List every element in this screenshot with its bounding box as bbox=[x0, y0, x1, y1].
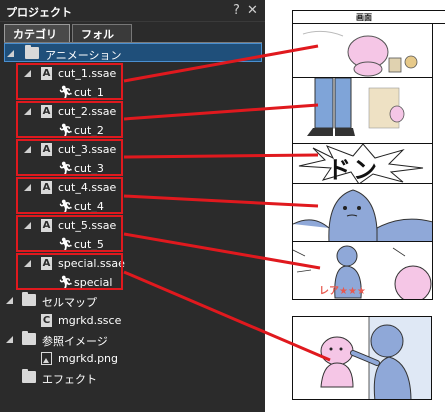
tree-item-reference-image[interactable]: 参照イメージ bbox=[0, 330, 265, 349]
tree-item-label: mgrkd.ssce bbox=[58, 314, 122, 327]
storyboard-header-label: 画面 bbox=[356, 13, 372, 22]
highlight-box-cut-1 bbox=[16, 63, 123, 100]
project-panel: プロジェクト ? ✕ カテゴリ フォルダ アニメーション A cut_1.ssa… bbox=[0, 0, 265, 412]
expand-arrow-icon[interactable] bbox=[6, 336, 14, 344]
storyboard-frame-1 bbox=[293, 24, 433, 78]
folder-icon bbox=[22, 369, 36, 383]
tree-item-label: mgrkd.png bbox=[58, 352, 119, 365]
storyboard-frame-3: ドン bbox=[293, 144, 433, 184]
storyboard-sheet: 画面 ドン レア★★★ bbox=[292, 10, 445, 300]
tab-category[interactable]: カテゴリ bbox=[4, 24, 70, 42]
storyboard-frame-2 bbox=[293, 78, 433, 144]
tree-item-animation[interactable]: アニメーション bbox=[4, 43, 262, 62]
tree-item-cellmap-file[interactable]: C mgrkd.ssce bbox=[0, 311, 265, 330]
folder-icon bbox=[22, 331, 36, 345]
storyboard-frame-4 bbox=[293, 184, 433, 242]
tree-item-label: セルマップ bbox=[42, 296, 97, 309]
sfx-text: ドン bbox=[327, 156, 379, 184]
storyboard-frame-5: レア★★★ bbox=[293, 242, 433, 300]
rare-label: レア★★★ bbox=[319, 286, 366, 297]
tree-item-label: アニメーション bbox=[45, 49, 122, 62]
tree-item-effect[interactable]: エフェクト bbox=[0, 368, 265, 387]
close-button[interactable]: ✕ bbox=[247, 3, 259, 19]
image-file-icon bbox=[41, 352, 52, 365]
panel-title: プロジェクト bbox=[6, 6, 72, 19]
highlight-box-cut-3 bbox=[16, 139, 123, 176]
highlight-box-special bbox=[16, 253, 123, 290]
frame-special-illustration bbox=[293, 317, 431, 399]
frame-2-illustration bbox=[293, 78, 432, 143]
frame-4-illustration bbox=[293, 184, 432, 241]
highlight-box-cut-5 bbox=[16, 215, 123, 252]
tree-item-cellmap[interactable]: セルマップ bbox=[0, 291, 265, 310]
frame-1-illustration bbox=[293, 24, 432, 77]
tree-item-label: 参照イメージ bbox=[42, 335, 108, 348]
storyboard-frame-special bbox=[292, 316, 432, 400]
tab-folder[interactable]: フォルダ bbox=[72, 24, 132, 57]
storyboard-header: 画面 bbox=[293, 10, 445, 24]
tree-item-reference-file[interactable]: mgrkd.png bbox=[0, 349, 265, 368]
cellmap-file-icon: C bbox=[41, 314, 52, 327]
expand-arrow-icon[interactable] bbox=[6, 297, 14, 305]
expand-arrow-icon[interactable] bbox=[7, 50, 15, 58]
folder-icon bbox=[22, 292, 36, 306]
tree-item-label: エフェクト bbox=[42, 373, 97, 386]
highlight-box-cut-4 bbox=[16, 177, 123, 214]
help-button[interactable]: ? bbox=[233, 3, 245, 19]
highlight-box-cut-2 bbox=[16, 101, 123, 138]
folder-icon bbox=[25, 45, 39, 59]
panel-titlebar: プロジェクト ? ✕ bbox=[0, 0, 265, 22]
